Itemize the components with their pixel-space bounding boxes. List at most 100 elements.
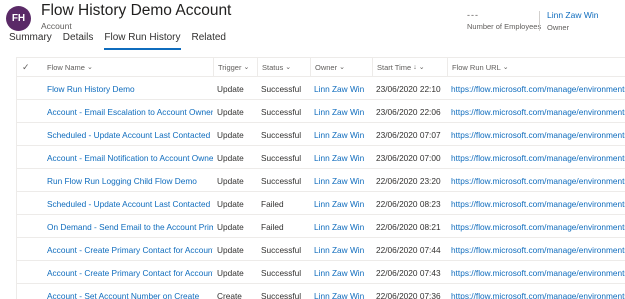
flow-name-link[interactable]: Account - Create Primary Contact for Acc… (43, 239, 213, 261)
flow-run-url-link[interactable]: https://flow.microsoft.com/manage/enviro… (447, 101, 625, 123)
chevron-down-icon[interactable]: ⌄ (339, 58, 345, 77)
status-cell: Successful (261, 268, 302, 278)
tab-details[interactable]: Details (63, 31, 94, 47)
flow-run-grid: ✓ Flow Name ⌄ Trigger ⌄ Status ⌄ Owner ⌄ Sta… (16, 57, 625, 299)
status-cell: Successful (261, 245, 302, 255)
trigger-cell: Update (217, 153, 244, 163)
owner-link[interactable]: Linn Zaw Win (310, 101, 372, 123)
start-time-cell: 22/06/2020 07:43 (376, 268, 441, 278)
chevron-down-icon[interactable]: ⌄ (503, 58, 509, 77)
arrow-down-icon: ↓ (413, 64, 417, 71)
table-row[interactable]: Account - Create Primary Contact for Acc… (17, 262, 625, 284)
owner-link[interactable]: Linn Zaw Win (310, 193, 372, 215)
owner-link[interactable]: Linn Zaw Win (547, 10, 599, 20)
start-time-cell: 22/06/2020 08:21 (376, 222, 441, 232)
table-row[interactable]: On Demand - Send Email to the Account Pr… (17, 216, 625, 238)
record-title: Flow History Demo Account (41, 2, 232, 19)
owner-link[interactable]: Linn Zaw Win (310, 170, 372, 192)
owner-link[interactable]: Linn Zaw Win (310, 239, 372, 261)
flow-run-url-link[interactable]: https://flow.microsoft.com/manage/enviro… (447, 239, 625, 261)
tab-related[interactable]: Related (192, 31, 226, 47)
trigger-cell: Create (217, 291, 242, 299)
column-header-label: Trigger (218, 63, 242, 72)
column-header-status[interactable]: Status ⌄ (257, 58, 310, 77)
flow-run-url-link[interactable]: https://flow.microsoft.com/manage/enviro… (447, 124, 625, 146)
start-time-cell: 23/06/2020 07:00 (376, 153, 441, 163)
column-header-flow-name[interactable]: Flow Name ⌄ (43, 58, 213, 77)
flow-name-link[interactable]: Scheduled - Update Account Last Contacte… (43, 193, 213, 215)
flow-name-link[interactable]: Account - Email Notification to Account … (43, 147, 213, 169)
column-header-trigger[interactable]: Trigger ⌄ (213, 58, 257, 77)
status-cell: Successful (261, 176, 302, 186)
header-field-owner: Linn Zaw Win Owner (547, 10, 599, 32)
flow-name-link[interactable]: Scheduled - Update Account Last Contacte… (43, 124, 213, 146)
start-time-cell: 22/06/2020 07:36 (376, 291, 441, 299)
trigger-cell: Update (217, 268, 244, 278)
status-cell: Successful (261, 153, 302, 163)
flow-run-url-link[interactable]: https://flow.microsoft.com/manage/enviro… (447, 216, 625, 238)
start-time-cell: 23/06/2020 22:06 (376, 107, 441, 117)
trigger-cell: Update (217, 222, 244, 232)
flow-run-url-link[interactable]: https://flow.microsoft.com/manage/enviro… (447, 78, 625, 100)
trigger-cell: Update (217, 176, 244, 186)
flow-run-url-link[interactable]: https://flow.microsoft.com/manage/enviro… (447, 262, 625, 284)
flow-name-link[interactable]: Run Flow Run Logging Child Flow Demo (43, 170, 213, 192)
status-cell: Successful (261, 84, 302, 94)
trigger-cell: Update (217, 130, 244, 140)
column-header-owner[interactable]: Owner ⌄ (310, 58, 372, 77)
column-header-label: Status (262, 63, 284, 72)
grid-header: ✓ Flow Name ⌄ Trigger ⌄ Status ⌄ Owner ⌄ Sta… (17, 58, 625, 77)
start-time-cell: 23/06/2020 22:10 (376, 84, 441, 94)
status-cell: Successful (261, 107, 302, 117)
header-divider (539, 11, 540, 31)
status-cell: Successful (261, 291, 302, 299)
owner-link[interactable]: Linn Zaw Win (310, 78, 372, 100)
flow-name-link[interactable]: Flow Run History Demo (43, 78, 213, 100)
flow-name-link[interactable]: Account - Email Escalation to Account Ow… (43, 101, 213, 123)
employees-label: Number of Employees (467, 22, 542, 31)
column-header-label: Owner (315, 63, 338, 72)
column-header-start-time[interactable]: Start Time ↓ ⌄ (372, 58, 447, 77)
record-avatar: FH (6, 6, 31, 31)
flow-run-url-link[interactable]: https://flow.microsoft.com/manage/enviro… (447, 147, 625, 169)
table-row[interactable]: Flow Run History Demo Update Successful … (17, 78, 625, 100)
owner-link[interactable]: Linn Zaw Win (310, 147, 372, 169)
flow-run-url-link[interactable]: https://flow.microsoft.com/manage/enviro… (447, 285, 625, 299)
status-cell: Failed (261, 222, 284, 232)
owner-link[interactable]: Linn Zaw Win (310, 124, 372, 146)
start-time-cell: 22/06/2020 23:20 (376, 176, 441, 186)
table-row[interactable]: Scheduled - Update Account Last Contacte… (17, 193, 625, 215)
column-header-label: Flow Name (47, 63, 85, 72)
column-header-flow-run-url[interactable]: Flow Run URL ⌄ (447, 58, 625, 77)
chevron-down-icon[interactable]: ⌄ (419, 58, 425, 77)
flow-name-link[interactable]: On Demand - Send Email to the Account Pr… (43, 216, 213, 238)
table-row[interactable]: Run Flow Run Logging Child Flow Demo Upd… (17, 170, 625, 192)
chevron-down-icon[interactable]: ⌄ (243, 58, 249, 77)
table-row[interactable]: Account - Email Escalation to Account Ow… (17, 101, 625, 123)
trigger-cell: Update (217, 84, 244, 94)
owner-link[interactable]: Linn Zaw Win (310, 285, 372, 299)
trigger-cell: Update (217, 107, 244, 117)
flow-name-link[interactable]: Account - Set Account Number on Create (43, 285, 213, 299)
start-time-cell: 23/06/2020 07:07 (376, 130, 441, 140)
chevron-down-icon[interactable]: ⌄ (87, 58, 93, 77)
owner-link[interactable]: Linn Zaw Win (310, 216, 372, 238)
record-header: FH Flow History Demo Account Account ---… (0, 0, 625, 32)
trigger-cell: Update (217, 245, 244, 255)
header-field-employees: --- Number of Employees (467, 10, 542, 31)
select-all-checkmark-icon[interactable]: ✓ (22, 58, 30, 77)
trigger-cell: Update (217, 199, 244, 209)
tab-flow-run-history[interactable]: Flow Run History (104, 31, 181, 50)
table-row[interactable]: Account - Set Account Number on Create C… (17, 285, 625, 299)
table-row[interactable]: Scheduled - Update Account Last Contacte… (17, 124, 625, 146)
table-row[interactable]: Account - Email Notification to Account … (17, 147, 625, 169)
flow-run-url-link[interactable]: https://flow.microsoft.com/manage/enviro… (447, 170, 625, 192)
flow-name-link[interactable]: Account - Create Primary Contact for Acc… (43, 262, 213, 284)
form-tabs: Summary Details Flow Run History Related (9, 31, 237, 50)
flow-run-url-link[interactable]: https://flow.microsoft.com/manage/enviro… (447, 193, 625, 215)
owner-link[interactable]: Linn Zaw Win (310, 262, 372, 284)
chevron-down-icon[interactable]: ⌄ (285, 58, 291, 77)
table-row[interactable]: Account - Create Primary Contact for Acc… (17, 239, 625, 261)
status-cell: Failed (261, 199, 284, 209)
tab-summary[interactable]: Summary (9, 31, 52, 47)
